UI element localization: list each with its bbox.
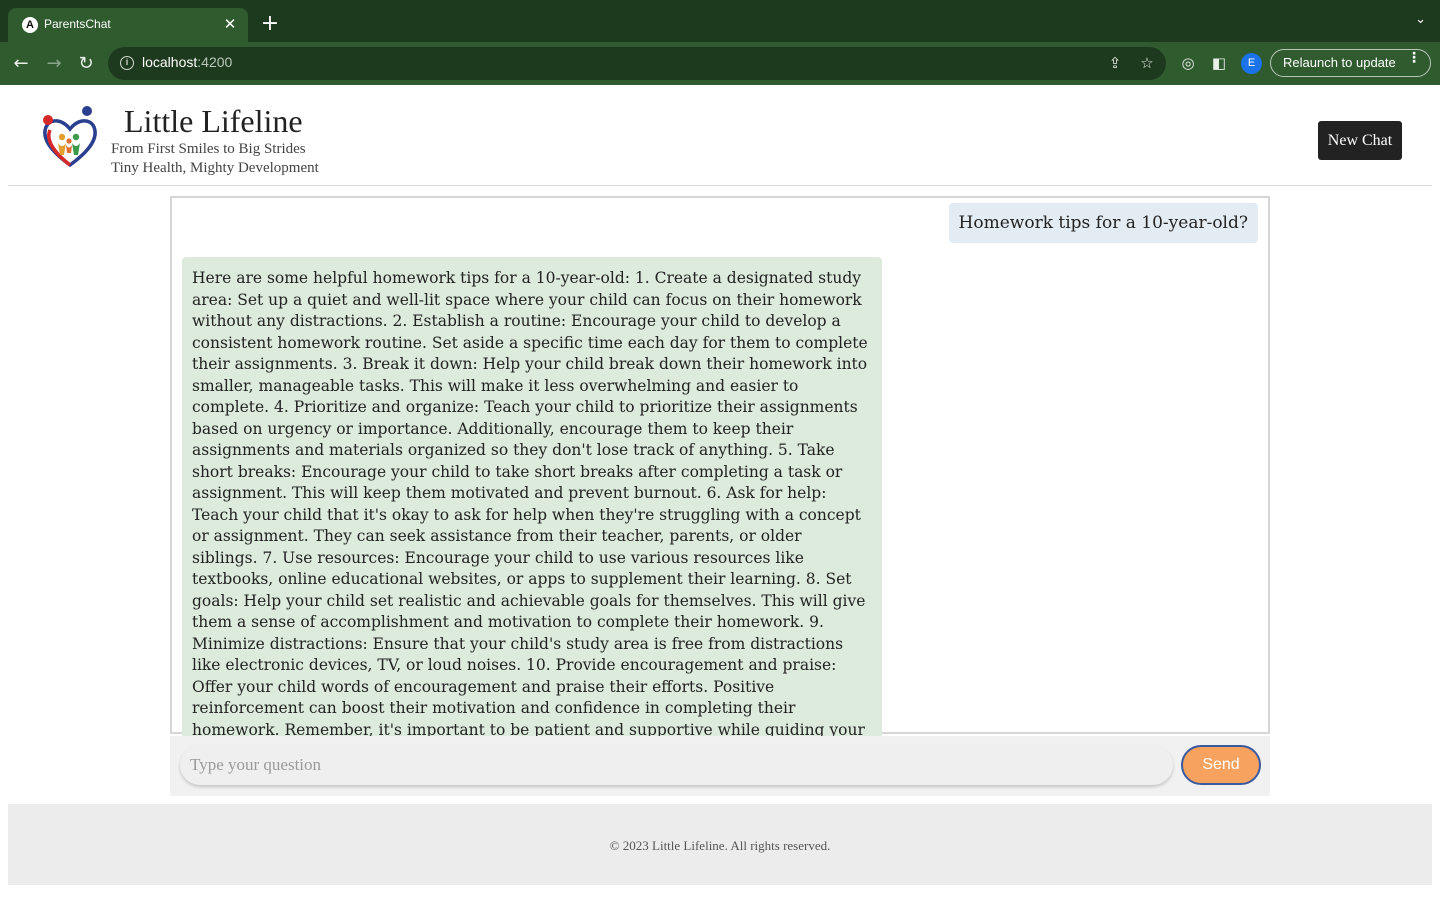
assistant-message: Here are some helpful homework tips for …: [182, 257, 882, 773]
copyright-text: © 2023 Little Lifeline. All rights reser…: [609, 838, 831, 853]
profile-avatar[interactable]: E: [1241, 53, 1262, 74]
question-input[interactable]: [180, 745, 1173, 785]
sidepanel-icon[interactable]: ◧: [1209, 53, 1229, 73]
app-header: Little Lifeline From First Smiles to Big…: [8, 85, 1432, 186]
chat-messages-panel[interactable]: Homework tips for a 10-year-old? Here ar…: [170, 196, 1270, 773]
address-bar[interactable]: i localhost:4200 ⇪ ☆: [108, 47, 1166, 80]
brand-title: Little Lifeline: [124, 103, 303, 139]
relaunch-label: Relaunch to update: [1283, 55, 1396, 70]
browser-tabbar: A ParentsChat ✕ + ⌄: [0, 0, 1440, 42]
tagline-secondary: Tiny Health, Mighty Development: [111, 160, 319, 176]
extension-icon[interactable]: ◎: [1178, 53, 1198, 73]
browser-tab[interactable]: A ParentsChat ✕: [8, 8, 248, 42]
question-input-bar: Send: [170, 736, 1270, 796]
angular-favicon-icon: A: [22, 17, 38, 33]
new-chat-button[interactable]: New Chat: [1318, 121, 1402, 160]
close-tab-icon[interactable]: ✕: [220, 14, 240, 34]
browser-toolbar: ← → ↻ i localhost:4200 ⇪ ☆ ◎ ◧ E Relaunc…: [0, 42, 1440, 85]
family-heart-logo-icon: [43, 106, 97, 168]
info-icon[interactable]: i: [120, 56, 134, 70]
back-icon[interactable]: ←: [8, 51, 34, 77]
relaunch-button[interactable]: Relaunch to update ⋮: [1270, 49, 1431, 77]
tab-search-chevron-icon[interactable]: ⌄: [1415, 12, 1426, 27]
reload-icon[interactable]: ↻: [73, 51, 99, 77]
star-icon[interactable]: ☆: [1138, 54, 1156, 72]
user-message: Homework tips for a 10-year-old?: [948, 203, 1258, 243]
share-icon[interactable]: ⇪: [1106, 54, 1124, 72]
send-button[interactable]: Send: [1181, 745, 1261, 785]
new-tab-plus-icon[interactable]: +: [258, 12, 282, 36]
menu-dots-icon: ⋮: [1407, 50, 1421, 66]
url-text: localhost:4200: [142, 54, 233, 70]
tagline-primary: From First Smiles to Big Strides: [111, 141, 306, 157]
forward-icon[interactable]: →: [41, 51, 67, 77]
page-footer: © 2023 Little Lifeline. All rights reser…: [8, 804, 1432, 885]
tab-title: ParentsChat: [44, 17, 111, 31]
